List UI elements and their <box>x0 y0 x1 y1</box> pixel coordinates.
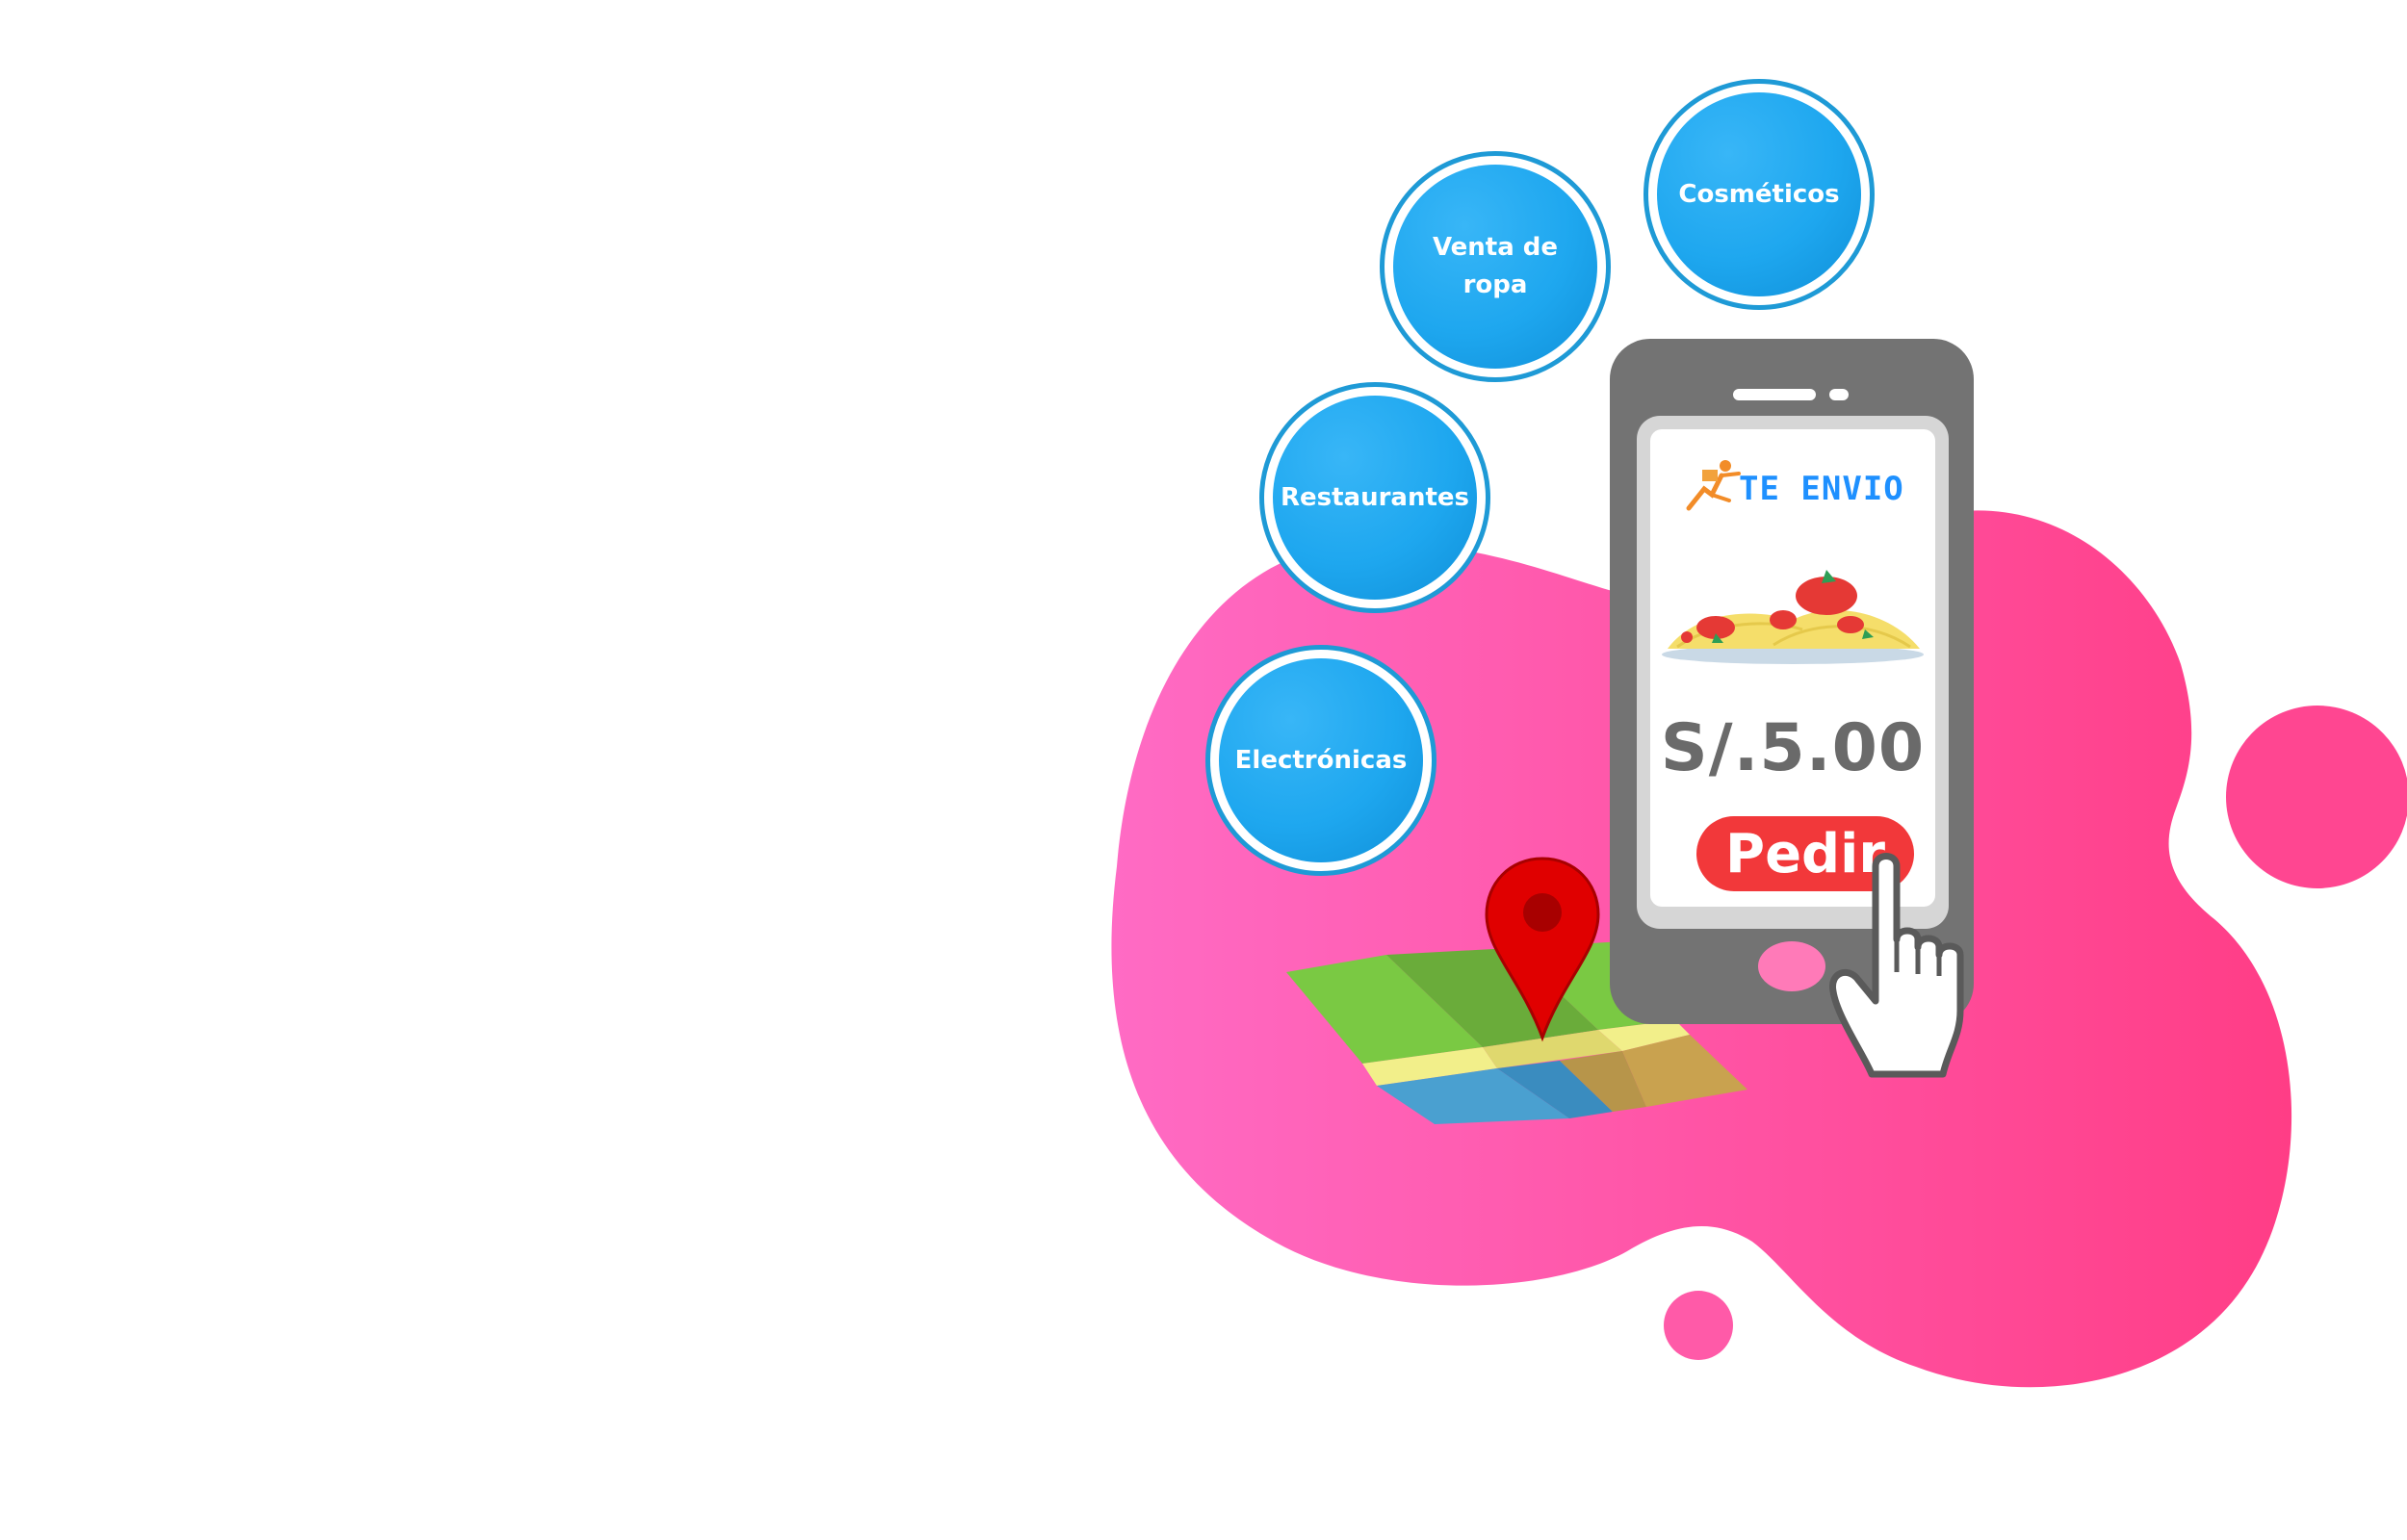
category-label: Restaurantes <box>1273 396 1477 600</box>
category-electronicas[interactable]: Electrónicas <box>1205 645 1436 876</box>
small-blob-bottom <box>1664 1291 1733 1360</box>
spaghetti-plate-icon <box>1662 570 1924 664</box>
category-restaurantes[interactable]: Restaurantes <box>1259 382 1490 613</box>
phone-speaker <box>1733 389 1816 400</box>
phone-camera <box>1829 389 1849 400</box>
app-logo-text: TE ENVIO <box>1739 470 1904 508</box>
phone-home-button <box>1758 941 1825 991</box>
category-label: Cosméticos <box>1657 92 1861 296</box>
category-label: Electrónicas <box>1219 658 1423 862</box>
small-blob-right <box>2226 706 2407 888</box>
hand-pointer-icon <box>1829 853 1964 1078</box>
location-pin-icon <box>1485 857 1600 1042</box>
delivery-runner-icon <box>1686 460 1741 511</box>
category-label: Venta de ropa <box>1393 165 1597 369</box>
category-cosmeticos[interactable]: Cosméticos <box>1643 79 1875 310</box>
phone-screen: TE ENVIO S/.5.00 Pedir <box>1650 429 1935 907</box>
app-logo: TE ENVIO <box>1669 447 1920 524</box>
category-venta-de-ropa[interactable]: Venta de ropa <box>1380 151 1611 382</box>
hero-illustration: Cosméticos Venta de ropa Restaurantes El… <box>0 0 2407 1540</box>
pink-blob-background <box>1111 510 2407 1388</box>
price-label: S/.5.00 <box>1660 710 1926 786</box>
